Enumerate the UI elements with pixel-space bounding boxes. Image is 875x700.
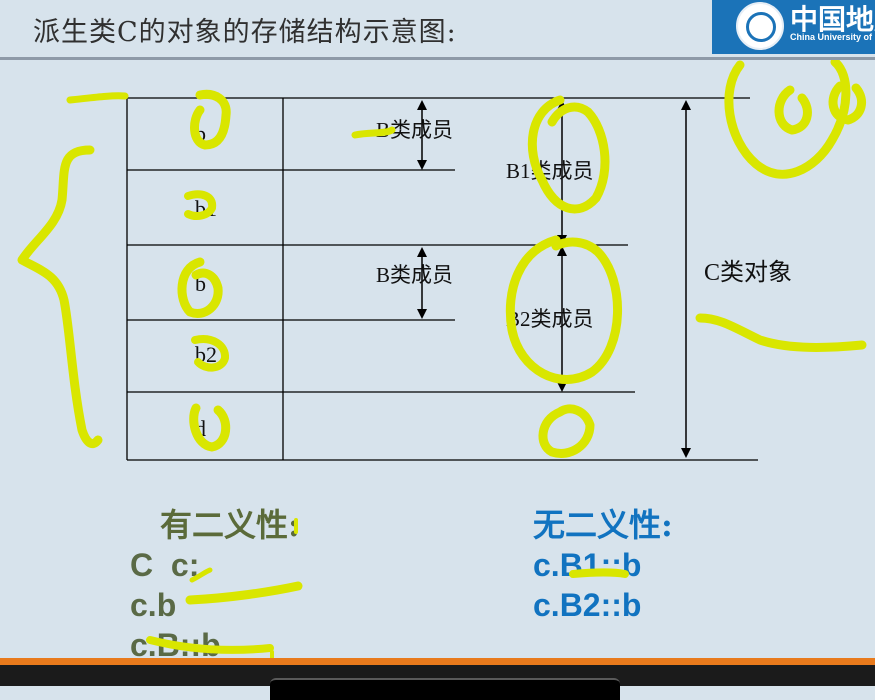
lower-ink-annotations (146, 518, 629, 660)
label-c-object: C类对象 (704, 259, 792, 286)
label-b2-member: B2类成员 (506, 307, 594, 331)
seal-icon (736, 2, 784, 50)
slide-header: 派生类C的对象的存储结构示意图: 中国地质 China University o… (0, 0, 875, 60)
university-logo: 中国地质 China University of (712, 0, 875, 54)
footer-accent-bar (0, 658, 875, 665)
logo-english-text: China University of (790, 32, 873, 42)
label-b-member-2: B类成员 (376, 263, 453, 287)
footer-tab (270, 678, 620, 700)
slide-title: 派生类C的对象的存储结构示意图: (33, 17, 457, 48)
label-b1-member: B1类成员 (506, 159, 594, 183)
storage-structure-diagram: b b1 b b2 d B类成员 B1类成员 B类成员 B2类成员 C类对象 (17, 60, 867, 461)
